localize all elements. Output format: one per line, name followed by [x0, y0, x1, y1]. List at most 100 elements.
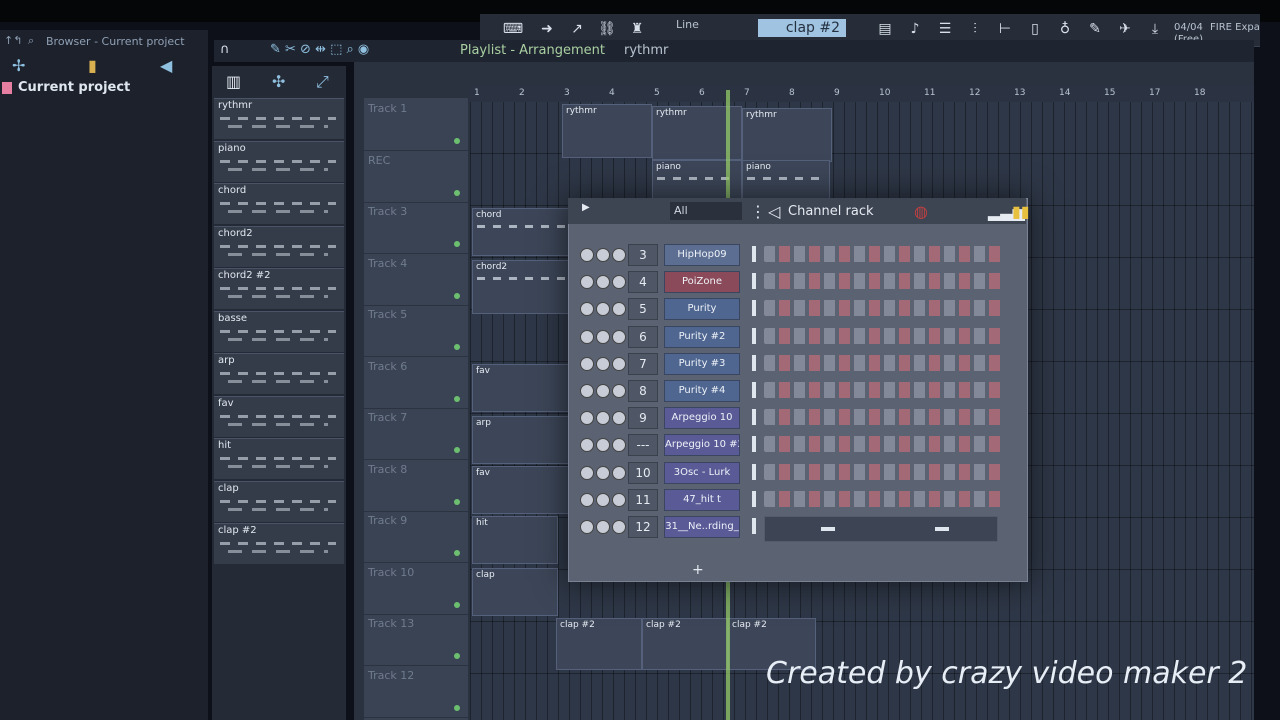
pattern-item[interactable]: clap #2 — [214, 523, 344, 564]
pan-knob[interactable] — [596, 356, 610, 371]
channel-name-button[interactable]: Purity — [664, 298, 740, 321]
track-header[interactable]: Track 3 — [364, 203, 468, 254]
mixer-track-number[interactable]: 11 — [628, 488, 658, 511]
mute-led[interactable] — [580, 384, 594, 398]
mute-led[interactable] — [580, 302, 594, 317]
track-enable-led[interactable] — [454, 498, 460, 505]
arrow-icon[interactable]: ➜ — [536, 18, 558, 40]
snap-mode[interactable]: Line — [676, 18, 736, 32]
track-enable-led[interactable] — [454, 292, 460, 299]
track-header[interactable]: Track 5 — [364, 306, 468, 357]
pattern-item[interactable]: chord2 — [214, 225, 344, 267]
speaker-icon[interactable]: ◀ — [160, 56, 172, 75]
pan-knob[interactable] — [596, 492, 610, 507]
track-enable-led[interactable] — [454, 601, 460, 608]
channel-select-led[interactable] — [752, 382, 756, 398]
track-enable-led[interactable] — [454, 344, 460, 350]
current-project-item[interactable]: Current project — [18, 80, 130, 95]
volume-knob[interactable] — [612, 275, 626, 290]
keyboard-icon[interactable]: ⌨ — [502, 18, 524, 40]
volume-knob[interactable] — [612, 302, 626, 317]
clip-arp[interactable]: arp — [472, 416, 570, 464]
clip-clap-2[interactable]: clap #2 — [556, 618, 642, 670]
channel-select-led[interactable] — [752, 463, 756, 480]
track-header[interactable]: REC — [364, 152, 468, 203]
magnet-icon[interactable]: ∩ — [220, 42, 230, 57]
audio-icon[interactable]: ✣ — [272, 72, 285, 91]
clip-rythmr[interactable]: rythmr — [562, 104, 652, 158]
channel-filter-dropdown[interactable]: All — [670, 202, 742, 220]
channel-name-button[interactable]: 3Osc - Lurk — [664, 461, 740, 484]
step-sequencer[interactable] — [764, 273, 1004, 290]
step-sequencer[interactable] — [764, 382, 1004, 398]
volume-knob[interactable] — [612, 465, 626, 480]
file-icon[interactable]: ▯ — [1024, 18, 1046, 40]
volume-knob[interactable] — [612, 520, 626, 534]
pattern-selector[interactable]: clap #2 — [758, 19, 846, 37]
track-header[interactable]: Track 4 — [364, 255, 468, 306]
expand-icon[interactable]: ✢ — [12, 56, 25, 75]
volume-knob[interactable] — [612, 492, 626, 507]
volume-knob[interactable] — [612, 438, 626, 453]
nav-arrows-icon[interactable]: ↑↰ — [4, 34, 22, 47]
track-enable-led[interactable] — [454, 653, 460, 659]
pattern-item[interactable]: chord2 #2 — [214, 268, 344, 309]
menu-dots-icon[interactable]: ⋮ — [750, 202, 766, 221]
search-icon[interactable]: ⌕ — [28, 34, 34, 48]
snap-icon[interactable]: ↗ — [566, 18, 588, 40]
pan-knob[interactable] — [596, 438, 610, 453]
track-header[interactable]: Track 7 — [364, 409, 468, 460]
channel-select-led[interactable] — [752, 273, 756, 290]
pattern-item[interactable]: hit — [214, 438, 344, 479]
pattern-item[interactable]: piano — [214, 140, 344, 182]
pan-knob[interactable] — [596, 465, 610, 480]
clip-clap[interactable]: clap — [472, 568, 558, 616]
step-sequencer[interactable] — [764, 327, 1004, 344]
track-header[interactable]: Track 9 — [364, 512, 468, 563]
draw-tools-icon[interactable]: ✎ ✂ ⊘ ⇹ ⬚ ⌕ ◉ — [270, 42, 369, 57]
pan-knob[interactable] — [596, 520, 610, 534]
clip-piano[interactable]: piano — [742, 160, 830, 200]
channel-name-button[interactable]: 31__Ne..rding_ — [664, 516, 740, 538]
download-icon[interactable]: ⤓ — [1144, 18, 1166, 40]
clip-fav[interactable]: fav — [472, 466, 570, 514]
mute-led[interactable] — [580, 438, 594, 453]
playlist-icon[interactable]: ▤ — [874, 18, 896, 40]
folder-icon[interactable]: ▮ — [88, 56, 97, 75]
mixer-icon[interactable]: ⫶ — [964, 18, 986, 40]
track-header[interactable]: Track 12 — [364, 667, 468, 718]
channel-select-led[interactable] — [752, 246, 756, 262]
pattern-item[interactable]: clap — [214, 480, 344, 522]
mixer-track-number[interactable]: 3 — [628, 244, 658, 266]
step-sequencer[interactable] — [764, 354, 1004, 371]
stamp-icon[interactable]: ♜ — [626, 18, 648, 40]
channel-rack-icon[interactable]: ☰ — [934, 18, 956, 40]
channel-name-button[interactable]: Purity #3 — [664, 352, 740, 375]
channel-name-button[interactable]: PoiZone — [664, 271, 740, 294]
step-sequencer[interactable] — [764, 246, 1004, 262]
add-channel-button[interactable]: + — [692, 562, 704, 578]
clip-chord[interactable]: chord — [472, 208, 570, 256]
track-header[interactable]: Track 1 — [364, 100, 468, 151]
channel-select-led[interactable] — [752, 409, 756, 426]
track-enable-led[interactable] — [454, 189, 460, 196]
mute-led[interactable] — [580, 356, 594, 371]
pattern-item[interactable]: rythmr — [214, 98, 344, 139]
track-enable-led[interactable] — [454, 241, 460, 247]
pan-knob[interactable] — [596, 248, 610, 262]
clip-fav[interactable]: fav — [472, 364, 570, 412]
step-sequencer[interactable] — [764, 409, 1004, 426]
pan-knob[interactable] — [596, 302, 610, 317]
timeline-ruler[interactable]: 1 2 3 4 5 6 7 8 9 10 11 12 13 14 15 17 18 — [470, 86, 1254, 102]
track-header[interactable]: Track 10 — [364, 564, 468, 615]
track-enable-led[interactable] — [454, 447, 460, 453]
mute-led[interactable] — [580, 492, 594, 507]
plugin-icon[interactable]: ♁ — [1054, 18, 1076, 40]
step-sequencer[interactable] — [764, 490, 1004, 507]
pattern-item[interactable]: fav — [214, 395, 344, 437]
swing-knob-icon[interactable]: ◍ — [914, 202, 928, 221]
mixer-track-number[interactable]: 9 — [628, 407, 658, 430]
mute-led[interactable] — [580, 520, 594, 534]
track-enable-led[interactable] — [454, 395, 460, 402]
track-header[interactable]: Track 6 — [364, 358, 468, 409]
